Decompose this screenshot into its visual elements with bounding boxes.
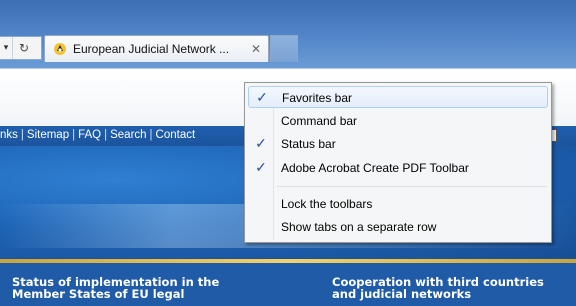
- menu-item-label: Show tabs on a separate row: [281, 220, 437, 234]
- browser-titlebar: ▾ ↻ European Judicial Network ... ✕: [0, 0, 576, 68]
- status-line-2: Member States of EU legal: [12, 287, 185, 301]
- menu-item-status-bar[interactable]: ✓ Status bar: [248, 133, 548, 155]
- checkmark-icon: ✓: [255, 159, 267, 175]
- menu-item-lock-toolbars[interactable]: Lock the toolbars: [248, 193, 548, 215]
- new-tab-button[interactable]: [270, 35, 298, 62]
- address-bar-end[interactable]: ▾ ↻: [0, 36, 42, 60]
- third-countries-link[interactable]: Cooperation with third countries and jud…: [332, 276, 544, 300]
- nav-link-sitemap[interactable]: Sitemap: [27, 129, 69, 141]
- menu-item-adobe-toolbar[interactable]: ✓ Adobe Acrobat Create PDF Toolbar: [248, 157, 548, 179]
- nav-link-contact[interactable]: Contact: [156, 129, 196, 141]
- close-tab-icon[interactable]: ✕: [251, 42, 261, 56]
- status-implementation-link[interactable]: Status of implementation in the Member S…: [12, 276, 219, 300]
- menu-item-favorites-bar[interactable]: ✓ Favorites bar: [248, 86, 548, 108]
- feature-panel: Status of implementation in the Member S…: [0, 263, 576, 306]
- tab-european-judicial-network[interactable]: European Judicial Network ... ✕: [44, 35, 269, 62]
- menu-item-label: Lock the toolbars: [281, 197, 373, 211]
- address-dropdown-icon[interactable]: ▾: [0, 43, 12, 53]
- checkmark-icon: ✓: [255, 135, 267, 151]
- cooperation-line-2: and judicial networks: [332, 287, 472, 301]
- refresh-icon[interactable]: ↻: [12, 37, 35, 59]
- menu-item-command-bar[interactable]: Command bar: [248, 110, 548, 132]
- nav-link-faq[interactable]: FAQ: [78, 129, 101, 141]
- site-favicon-icon: [53, 42, 67, 56]
- menu-item-label: Adobe Acrobat Create PDF Toolbar: [281, 161, 469, 175]
- checkmark-icon: ✓: [256, 89, 268, 105]
- menu-item-label: Status bar: [281, 137, 336, 151]
- menu-item-label: Favorites bar: [282, 91, 353, 105]
- toolbar-context-menu: ✓ Favorites bar Command bar ✓ Status bar…: [244, 82, 552, 243]
- nav-link-search[interactable]: Search: [110, 129, 146, 141]
- menu-separator: [277, 186, 547, 187]
- menu-item-label: Command bar: [281, 114, 358, 128]
- nav-links: nks | Sitemap | FAQ | Search | Contact: [0, 129, 196, 141]
- tab-title: European Judicial Network ...: [73, 42, 230, 56]
- menu-item-show-tabs-separate-row[interactable]: Show tabs on a separate row: [248, 216, 548, 238]
- nav-link-links[interactable]: nks: [0, 129, 18, 141]
